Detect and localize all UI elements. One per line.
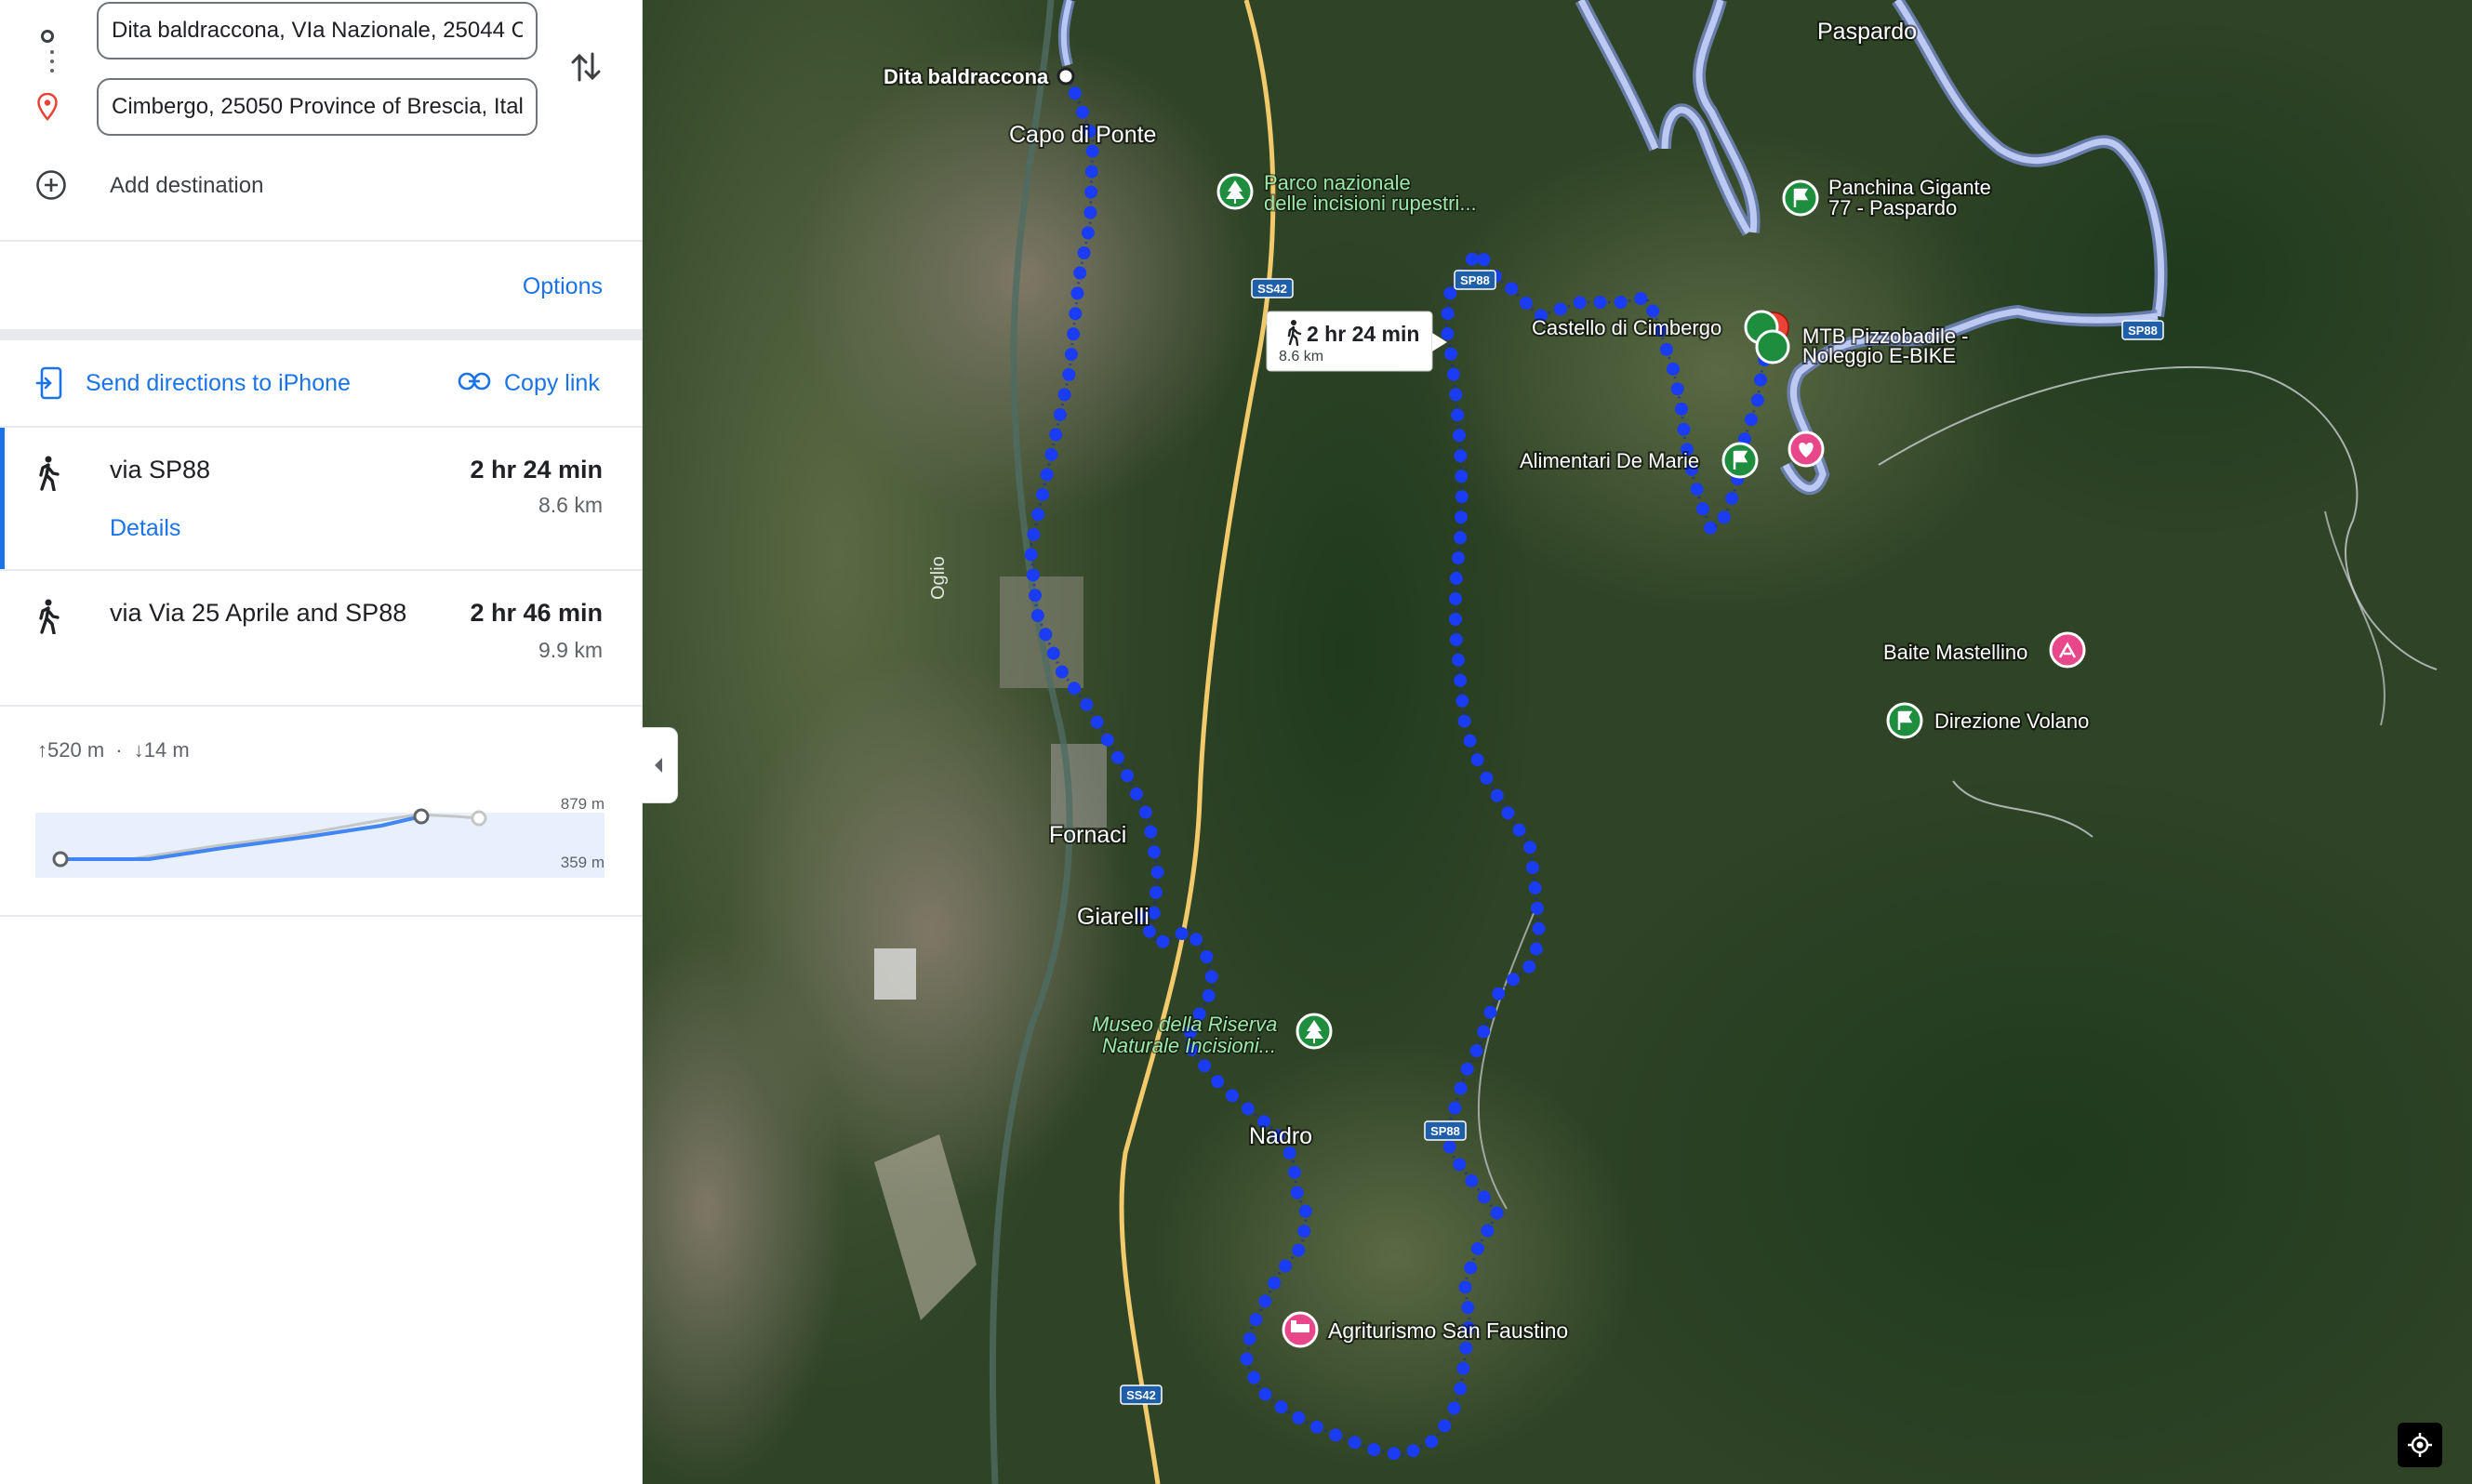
- road-shield: SP88: [1454, 270, 1496, 290]
- place-label[interactable]: Nadro: [1247, 1121, 1314, 1151]
- destination-pin-icon: [37, 93, 58, 121]
- svg-text:SS42: SS42: [1126, 1388, 1156, 1402]
- elevation-area: [35, 813, 605, 878]
- elevation-min-label: 359 m: [561, 854, 605, 871]
- road-shield: SS42: [1120, 1385, 1163, 1405]
- place-label[interactable]: 77 - Paspardo: [1827, 194, 1959, 221]
- park-tree-icon[interactable]: [1216, 173, 1254, 210]
- satellite-map: SS42 SP88 SP88 SP88 SS42 Oglio 2 hr 24 m…: [642, 0, 2472, 1484]
- divider: [0, 329, 642, 340]
- place-label[interactable]: Castello di Cimbergo: [1530, 314, 1723, 341]
- route-via: via SP88: [110, 456, 211, 484]
- callout-time: 2 hr 24 min: [1307, 322, 1419, 346]
- flag-icon[interactable]: [1721, 442, 1759, 479]
- place-label[interactable]: Direzione Volano: [1933, 708, 2091, 735]
- walking-icon: [39, 599, 60, 634]
- place-label[interactable]: Agriturismo San Faustino: [1326, 1317, 1570, 1345]
- svg-text:SS42: SS42: [1257, 282, 1287, 296]
- hotel-icon[interactable]: [1282, 1311, 1319, 1348]
- heart-icon[interactable]: [1788, 431, 1825, 468]
- copy-link-button[interactable]: Copy link: [458, 364, 616, 402]
- elevation-summary: ↑520 m · ↓14 m: [37, 738, 190, 762]
- route-option-2[interactable]: via Via 25 Aprile and SP88 2 hr 46 min 9…: [0, 571, 642, 705]
- place-label[interactable]: Baite Mastellino: [1881, 639, 2029, 666]
- divider: [0, 240, 642, 242]
- elevation-chart: 879 m 359 m: [35, 795, 605, 878]
- elevation-gain-icon: ↑: [37, 738, 47, 762]
- selected-indicator: [0, 428, 5, 569]
- origin-marker[interactable]: [1057, 67, 1075, 86]
- route-dots-icon: [50, 50, 54, 78]
- copy-link-label: Copy link: [504, 370, 600, 396]
- add-destination-label: Add destination: [110, 173, 264, 198]
- destination-input[interactable]: [97, 78, 538, 136]
- place-label[interactable]: Paspardo: [1815, 17, 1919, 46]
- directions-panel: Add destination Options Send directions …: [0, 0, 643, 1484]
- flag-icon[interactable]: [1755, 329, 1790, 364]
- elevation-end-marker: [413, 808, 430, 825]
- options-button[interactable]: Options: [523, 273, 603, 300]
- elevation-gain: 520 m: [47, 738, 105, 762]
- flag-icon[interactable]: [1886, 702, 1923, 739]
- place-label[interactable]: Noleggio E-BIKE: [1801, 342, 1958, 369]
- place-label[interactable]: Dita baldraccona: [882, 63, 1051, 90]
- road-shield: SP88: [1424, 1120, 1467, 1141]
- park-label[interactable]: delle incisioni rupestri...: [1263, 191, 1479, 217]
- send-to-phone-icon: [35, 366, 62, 400]
- alt-end-marker: [471, 810, 487, 827]
- park-label[interactable]: Naturale Incisioni...: [1101, 1033, 1278, 1059]
- river-label: Oglio: [928, 556, 949, 600]
- elevation-max-label: 879 m: [561, 795, 605, 813]
- svg-text:SP88: SP88: [1460, 273, 1490, 287]
- origin-input[interactable]: [97, 2, 538, 60]
- my-location-icon: [2408, 1433, 2432, 1457]
- swap-icon[interactable]: [567, 48, 605, 86]
- link-icon: [458, 372, 491, 391]
- my-location-button[interactable]: [2398, 1423, 2442, 1467]
- place-label[interactable]: Capo di Ponte: [1007, 120, 1158, 150]
- route-via: via Via 25 Aprile and SP88: [110, 599, 407, 627]
- svg-text:SP88: SP88: [2128, 324, 2158, 338]
- route-distance: 8.6 km: [538, 493, 603, 517]
- send-to-phone-label: Send directions to iPhone: [86, 370, 351, 396]
- details-link[interactable]: Details: [110, 515, 180, 542]
- map-view[interactable]: SS42 SP88 SP88 SP88 SS42 Oglio 2 hr 24 m…: [642, 0, 2472, 1484]
- park-label[interactable]: Museo della Riserva: [1091, 1012, 1279, 1038]
- add-circle-icon: [36, 170, 66, 200]
- elevation-loss-icon: ↓: [133, 738, 144, 762]
- route-distance: 9.9 km: [538, 638, 603, 662]
- callout-distance: 8.6 km: [1279, 349, 1323, 364]
- elevation-start-marker: [52, 851, 69, 868]
- route-callout[interactable]: 2 hr 24 min 8.6 km: [1266, 311, 1447, 372]
- svg-text:SP88: SP88: [1430, 1124, 1460, 1138]
- route-time: 2 hr 24 min: [470, 456, 603, 484]
- place-label[interactable]: Fornaci: [1047, 820, 1128, 850]
- flag-icon[interactable]: [1782, 179, 1819, 217]
- separator-dot: ·: [115, 738, 123, 762]
- walking-icon: [39, 456, 60, 491]
- route-option-1[interactable]: via SP88 2 hr 24 min 8.6 km Details: [0, 428, 642, 569]
- add-destination-button[interactable]: Add destination: [35, 167, 500, 214]
- chevron-left-icon: [655, 758, 662, 773]
- divider: [0, 705, 642, 707]
- collapse-panel-button[interactable]: [642, 727, 678, 803]
- hiking-icon[interactable]: [2049, 631, 2086, 669]
- elevation-loss: 14 m: [143, 738, 190, 762]
- divider: [0, 915, 642, 917]
- place-label[interactable]: Alimentari De Marie: [1518, 447, 1701, 474]
- route-time: 2 hr 46 min: [470, 599, 603, 627]
- park-tree-icon[interactable]: [1296, 1013, 1333, 1050]
- road-shield: SS42: [1251, 278, 1294, 298]
- origin-circle-icon: [41, 30, 54, 43]
- place-label[interactable]: Giarelli: [1075, 902, 1151, 932]
- road-shield: SP88: [2121, 320, 2164, 340]
